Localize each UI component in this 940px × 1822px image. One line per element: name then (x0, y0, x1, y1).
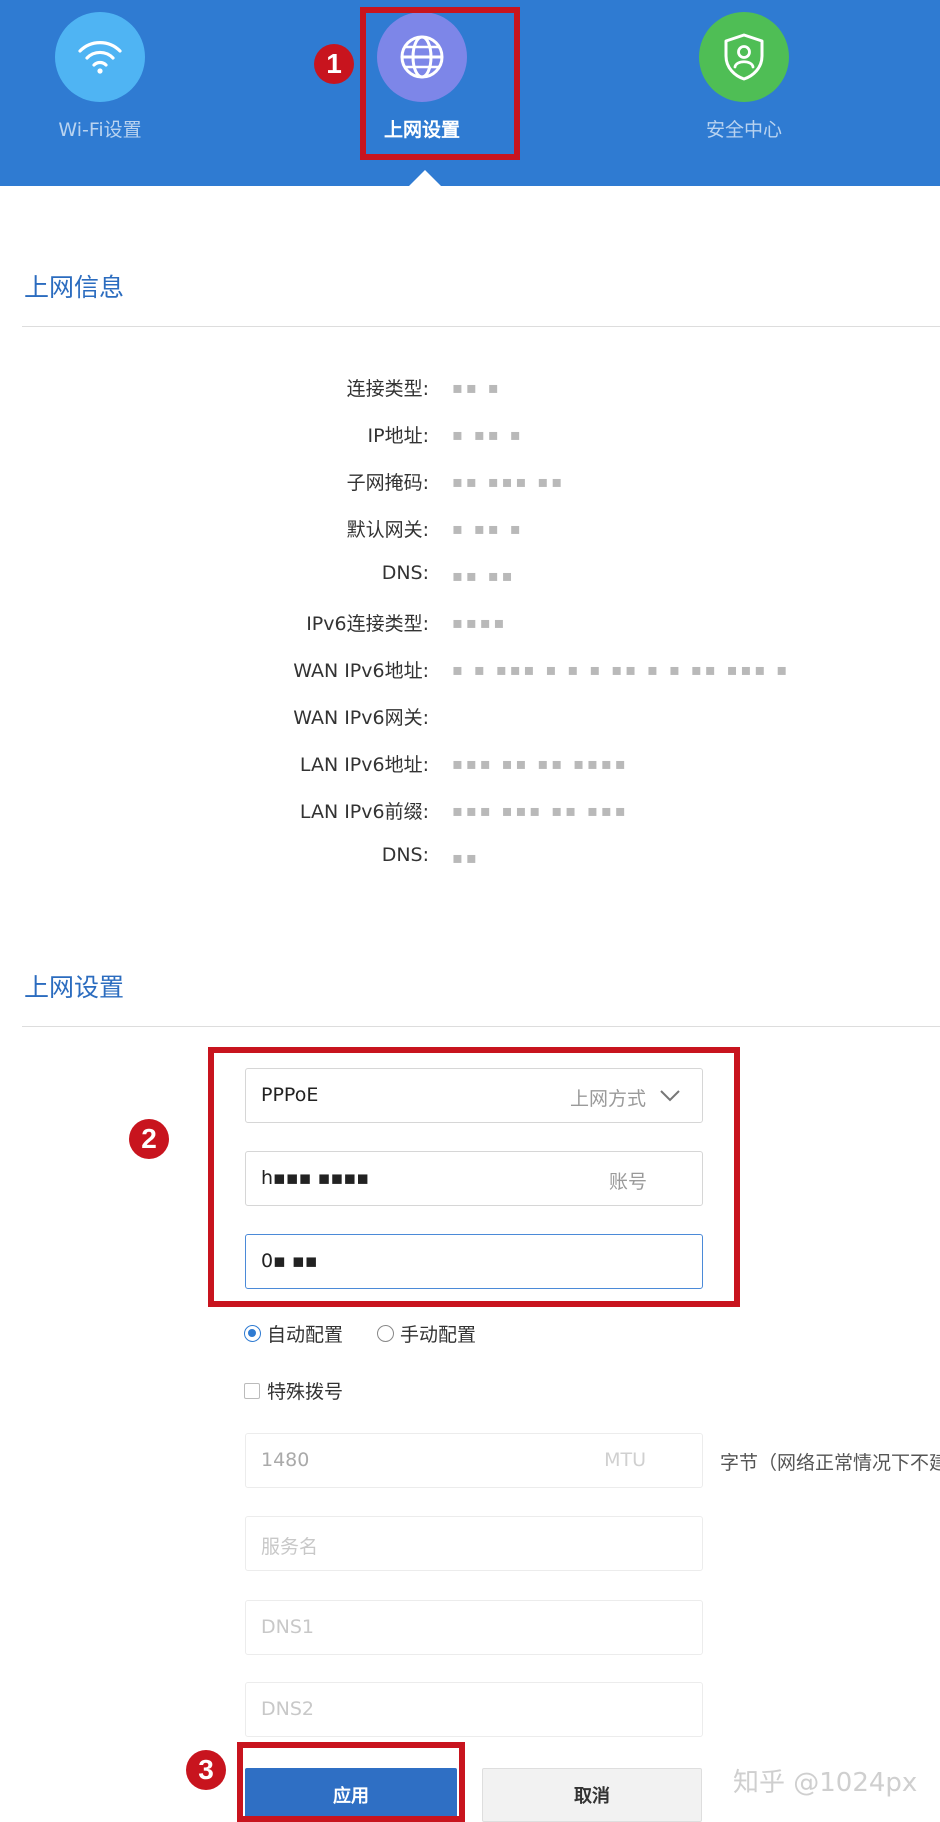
info-row-wan-ipv6-gateway: WAN IPv6网关: (0, 703, 940, 750)
info-label: 子网掩码: (346, 472, 429, 494)
dns1-input[interactable]: DNS1 (245, 1600, 703, 1655)
password-input[interactable]: 0▪ ▪▪ (245, 1234, 703, 1289)
step-marker-1: 1 (314, 44, 354, 84)
radio-manual-config[interactable] (377, 1325, 395, 1342)
connection-mode-select[interactable]: PPPoE 上网方式 (245, 1068, 703, 1123)
info-row-ipv6-dns: DNS: ▪▪ (0, 844, 940, 891)
info-label: IPv6连接类型: (306, 613, 429, 635)
info-label: DNS: (381, 562, 429, 584)
info-label: IP地址: (367, 425, 429, 447)
highlight-box-step3 (237, 1742, 465, 1822)
info-value-blurred: ▪▪ (452, 848, 480, 867)
section-title-internet-settings: 上网设置 (24, 973, 125, 1002)
special-dial-option: 特殊拨号 (244, 1377, 343, 1404)
info-row-subnet-mask: 子网掩码: ▪▪ ▪▪▪ ▪▪ (0, 468, 940, 515)
info-value-blurred: ▪ ▪▪ ▪ (452, 425, 524, 444)
active-tab-caret (408, 170, 442, 187)
info-value-blurred: ▪▪ ▪▪▪ ▪▪ (452, 472, 566, 491)
radio-auto-label: 自动配置 (267, 1324, 344, 1346)
step-marker-2: 2 (129, 1119, 169, 1159)
watermark-text: 知乎 @1024px (733, 1768, 918, 1798)
info-label: 默认网关: (346, 519, 429, 541)
info-value-blurred: ▪▪ ▪▪ (452, 566, 516, 585)
mtu-tag: MTU (604, 1449, 646, 1471)
special-dial-checkbox[interactable] (244, 1382, 260, 1399)
info-value-blurred: ▪ ▪▪ ▪ (452, 519, 524, 538)
dns1-placeholder: DNS1 (261, 1616, 314, 1638)
info-label: 连接类型: (346, 378, 429, 400)
mtu-input[interactable]: 1480 MTU (245, 1433, 703, 1488)
info-row-wan-ipv6-address: WAN IPv6地址: ▪ ▪ ▪▪▪ ▪ ▪ ▪ ▪▪ ▪ ▪ ▪▪ ▪▪▪ … (0, 656, 940, 703)
connection-mode-tag: 上网方式 (569, 1088, 646, 1110)
account-tag: 账号 (608, 1171, 647, 1193)
info-row-ip-address: IP地址: ▪ ▪▪ ▪ (0, 421, 940, 468)
nav-label-wifi: Wi-Fi设置 (58, 119, 142, 141)
internet-info-list: 连接类型: ▪▪ ▪ IP地址: ▪ ▪▪ ▪ 子网掩码: ▪▪ ▪▪▪ ▪▪ … (0, 374, 940, 891)
account-input[interactable]: h▪▪▪ ▪▪▪▪ 账号 (245, 1151, 703, 1206)
cancel-button[interactable]: 取消 (482, 1768, 702, 1822)
info-value-blurred: ▪▪▪ ▪▪ ▪▪ ▪▪▪▪ (452, 754, 629, 773)
highlight-box-step1 (360, 7, 520, 160)
section-divider (22, 326, 940, 327)
info-value-blurred: ▪▪▪ ▪▪▪ ▪▪ ▪▪▪ (452, 801, 629, 820)
info-label: LAN IPv6地址: (299, 754, 429, 776)
password-value: 0▪ ▪▪ (261, 1250, 318, 1272)
wifi-icon (55, 12, 145, 102)
service-name-placeholder: 服务名 (261, 1536, 319, 1558)
step-marker-3: 3 (186, 1750, 226, 1790)
info-row-lan-ipv6-prefix: LAN IPv6前缀: ▪▪▪ ▪▪▪ ▪▪ ▪▪▪ (0, 797, 940, 844)
nav-label-security: 安全中心 (705, 119, 782, 141)
config-mode-radio-group: 自动配置 手动配置 (244, 1320, 476, 1347)
radio-auto-config[interactable] (244, 1325, 261, 1342)
dns2-input[interactable]: DNS2 (245, 1682, 703, 1737)
service-name-input[interactable]: 服务名 (245, 1516, 703, 1571)
mtu-hint-text: 字节（网络正常情况下不建 (720, 1452, 940, 1474)
info-row-connection-type: 连接类型: ▪▪ ▪ (0, 374, 940, 421)
info-label: LAN IPv6前缀: (299, 801, 429, 823)
info-label: DNS: (381, 844, 429, 866)
nav-item-security-center[interactable]: 安全中心 (654, 12, 834, 162)
shield-user-icon (699, 12, 789, 102)
special-dial-label: 特殊拨号 (267, 1381, 344, 1403)
radio-manual-label: 手动配置 (400, 1324, 477, 1346)
nav-item-wifi-settings[interactable]: Wi-Fi设置 (10, 12, 190, 162)
info-row-ipv6-connection-type: IPv6连接类型: ▪▪▪▪ (0, 609, 940, 656)
account-value: h▪▪▪ ▪▪▪▪ (261, 1167, 370, 1189)
section-title-internet-info: 上网信息 (24, 273, 125, 302)
info-row-default-gateway: 默认网关: ▪ ▪▪ ▪ (0, 515, 940, 562)
section-divider (22, 1026, 940, 1027)
info-label: WAN IPv6网关: (293, 707, 429, 729)
info-value-blurred: ▪ ▪ ▪▪▪ ▪ ▪ ▪ ▪▪ ▪ ▪ ▪▪ ▪▪▪ ▪ (452, 660, 791, 679)
dns2-placeholder: DNS2 (261, 1698, 314, 1720)
info-row-dns: DNS: ▪▪ ▪▪ (0, 562, 940, 609)
info-value-blurred: ▪▪ ▪ (452, 378, 502, 397)
chevron-down-icon (658, 1083, 682, 1111)
connection-mode-value: PPPoE (261, 1084, 319, 1106)
mtu-value: 1480 (261, 1449, 310, 1471)
info-row-lan-ipv6-address: LAN IPv6地址: ▪▪▪ ▪▪ ▪▪ ▪▪▪▪ (0, 750, 940, 797)
info-value-blurred: ▪▪▪▪ (452, 613, 508, 632)
info-label: WAN IPv6地址: (293, 660, 429, 682)
